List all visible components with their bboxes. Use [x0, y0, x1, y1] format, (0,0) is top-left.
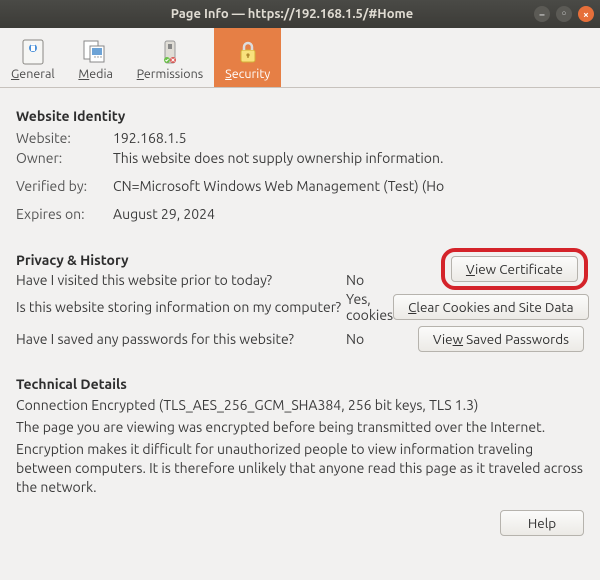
clear-cookies-button[interactable]: Clear Cookies and Site Data	[393, 294, 588, 320]
expires-value: August 29, 2024	[101, 204, 444, 224]
encryption-explanation-line: Encryption makes it difficult for unauth…	[16, 440, 584, 497]
visited-answer: No	[346, 272, 406, 288]
window-titlebar: Page Info — https://192.168.1.5/#Home – …	[0, 0, 600, 28]
view-certificate-button[interactable]: View Certificate	[451, 256, 578, 282]
tab-security-label: Security	[225, 67, 270, 81]
storing-answer: Yes, cookies	[346, 291, 393, 323]
category-toolbar: General Media Permissions Security	[0, 28, 600, 88]
maximize-button[interactable]: ◦	[556, 6, 572, 22]
tab-permissions-label: Permissions	[137, 67, 203, 81]
identity-table: Website: 192.168.1.5 Owner: This website…	[16, 128, 444, 224]
window-controls: – ◦ ×	[534, 6, 594, 22]
info-icon	[19, 37, 47, 67]
saved-passwords-answer: No	[346, 331, 406, 347]
encrypted-transmission-line: The page you are viewing was encrypted b…	[16, 418, 584, 437]
close-button[interactable]: ×	[578, 6, 594, 22]
highlight-annotation: View Certificate	[441, 248, 588, 290]
owner-key: Owner:	[16, 148, 101, 168]
owner-value: This website does not supply ownership i…	[101, 148, 444, 168]
tab-general-label: General	[11, 67, 55, 81]
technical-details: Connection Encrypted (TLS_AES_256_GCM_SH…	[16, 396, 584, 496]
website-value: 192.168.1.5	[101, 128, 444, 148]
tab-media-label: Media	[78, 67, 113, 81]
tab-general[interactable]: General	[0, 28, 66, 87]
help-button[interactable]: Help	[500, 510, 584, 536]
view-passwords-button[interactable]: View Saved Passwords	[418, 326, 584, 352]
connection-encrypted-line: Connection Encrypted (TLS_AES_256_GCM_SH…	[16, 396, 584, 415]
saved-passwords-question: Have I saved any passwords for this webs…	[16, 331, 346, 347]
minimize-button[interactable]: –	[534, 6, 550, 22]
permissions-icon	[156, 37, 184, 67]
identity-heading: Website Identity	[16, 108, 584, 124]
website-key: Website:	[16, 128, 101, 148]
tab-security[interactable]: Security	[214, 28, 281, 87]
storing-question: Is this website storing information on m…	[16, 299, 346, 315]
visited-question: Have I visited this website prior to tod…	[16, 272, 346, 288]
verified-key: Verified by:	[16, 176, 101, 196]
tab-media[interactable]: Media	[66, 28, 126, 87]
tab-permissions[interactable]: Permissions	[126, 28, 214, 87]
expires-key: Expires on:	[16, 204, 101, 224]
window-title: Page Info — https://192.168.1.5/#Home	[10, 7, 534, 21]
technical-heading: Technical Details	[16, 376, 584, 392]
media-icon	[82, 37, 110, 67]
verified-value: CN=Microsoft Windows Web Management (Tes…	[101, 176, 444, 196]
lock-icon	[234, 37, 262, 67]
